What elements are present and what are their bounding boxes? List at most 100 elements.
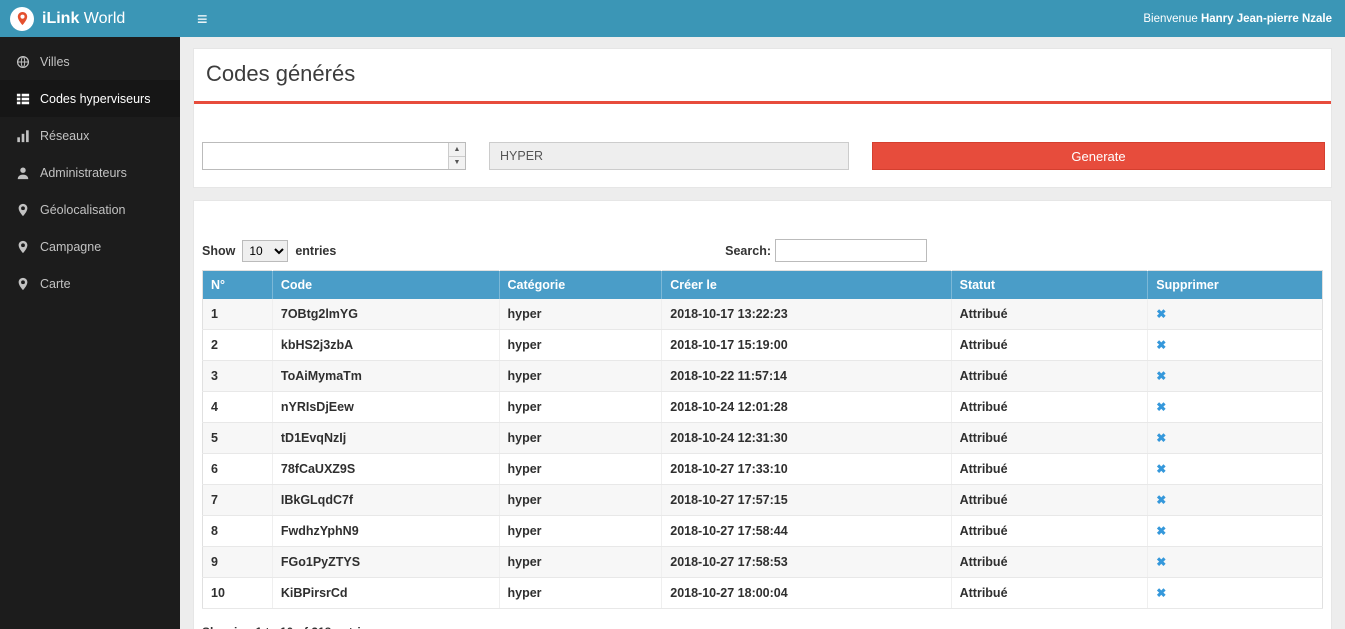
sidebar-nav: Villes Codes hyperviseurs Réseaux Administr… <box>0 37 180 302</box>
quantity-stepper[interactable]: ▲ ▼ <box>202 142 466 170</box>
delete-icon[interactable]: ✖ <box>1156 431 1166 445</box>
column-header-code[interactable]: Code <box>272 271 499 300</box>
delete-icon[interactable]: ✖ <box>1156 555 1166 569</box>
column-header-categorie[interactable]: Catégorie <box>499 271 662 300</box>
row-number: 4 <box>203 392 273 423</box>
status-cell: Attribué <box>951 516 1148 547</box>
category-cell: hyper <box>499 516 662 547</box>
delete-cell: ✖ <box>1148 330 1323 361</box>
row-number: 2 <box>203 330 273 361</box>
brand-title-light: World <box>84 10 126 27</box>
delete-icon[interactable]: ✖ <box>1156 338 1166 352</box>
status-cell: Attribué <box>951 578 1148 609</box>
created-date-cell: 2018-10-22 11:57:14 <box>662 361 951 392</box>
category-cell: hyper <box>499 547 662 578</box>
sidebar-item-label: Carte <box>40 277 71 291</box>
row-number: 1 <box>203 299 273 330</box>
category-cell: hyper <box>499 423 662 454</box>
row-number: 9 <box>203 547 273 578</box>
delete-icon[interactable]: ✖ <box>1156 493 1166 507</box>
delete-cell: ✖ <box>1148 547 1323 578</box>
codes-table: N°CodeCatégorieCréer leStatutSupprimer 1… <box>202 270 1323 609</box>
column-header-creer-le[interactable]: Créer le <box>662 271 951 300</box>
search-label: Search: <box>725 244 771 258</box>
table-row: 10KiBPirsrCdhyper2018-10-27 18:00:04Attr… <box>203 578 1323 609</box>
category-cell: hyper <box>499 485 662 516</box>
table-footer: Showing 1 to 10 of 218 entries Previous1… <box>202 625 1323 629</box>
sidebar-item-campagne[interactable]: Campagne <box>0 228 180 265</box>
panel-header: Codes générés <box>194 49 1331 104</box>
stepper-down-icon[interactable]: ▼ <box>449 157 465 170</box>
code-cell: tD1EvqNzIj <box>272 423 499 454</box>
showing-entries-text: Showing 1 to 10 of 218 entries <box>202 625 1323 629</box>
code-cell: nYRIsDjEew <box>272 392 499 423</box>
list-icon <box>15 91 30 106</box>
sidebar-menu: Villes Codes hyperviseurs Réseaux Administr… <box>0 37 180 302</box>
quantity-input[interactable] <box>203 143 448 169</box>
sidebar-item-label: Administrateurs <box>40 166 127 180</box>
delete-icon[interactable]: ✖ <box>1156 524 1166 538</box>
stepper-up-icon[interactable]: ▲ <box>449 143 465 157</box>
sidebar-item-geolocalisation[interactable]: Géolocalisation <box>0 191 180 228</box>
topbar: ≡ Bienvenue Hanry Jean-pierre Nzale <box>180 0 1345 37</box>
code-cell: FGo1PyZTYS <box>272 547 499 578</box>
row-number: 5 <box>203 423 273 454</box>
table-row: 678fCaUXZ9Shyper2018-10-27 17:33:10Attri… <box>203 454 1323 485</box>
code-cell: FwdhzYphN9 <box>272 516 499 547</box>
delete-icon[interactable]: ✖ <box>1156 400 1166 414</box>
table-row: 17OBtg2lmYGhyper2018-10-17 13:22:23Attri… <box>203 299 1323 330</box>
search-input[interactable] <box>775 239 927 262</box>
status-cell: Attribué <box>951 454 1148 485</box>
sidebar-item-label: Villes <box>40 55 70 69</box>
delete-cell: ✖ <box>1148 299 1323 330</box>
column-header-statut[interactable]: Statut <box>951 271 1148 300</box>
generate-button[interactable]: Generate <box>872 142 1325 170</box>
column-header-supprimer[interactable]: Supprimer <box>1148 271 1323 300</box>
row-number: 3 <box>203 361 273 392</box>
brand: iLink World <box>0 0 180 37</box>
sidebar-item-label: Codes hyperviseurs <box>40 92 150 106</box>
sidebar-item-administrateurs[interactable]: Administrateurs <box>0 154 180 191</box>
status-cell: Attribué <box>951 423 1148 454</box>
page-size-select[interactable]: 10 <box>242 240 288 262</box>
delete-icon[interactable]: ✖ <box>1156 369 1166 383</box>
column-header-n-[interactable]: N° <box>203 271 273 300</box>
created-date-cell: 2018-10-27 17:58:44 <box>662 516 951 547</box>
table-header-row: N°CodeCatégorieCréer leStatutSupprimer <box>203 271 1323 300</box>
sidebar-item-codes-hyperviseurs[interactable]: Codes hyperviseurs <box>0 80 180 117</box>
category-cell: hyper <box>499 330 662 361</box>
delete-cell: ✖ <box>1148 485 1323 516</box>
status-cell: Attribué <box>951 392 1148 423</box>
row-number: 7 <box>203 485 273 516</box>
table-row: 3ToAiMymaTmhyper2018-10-22 11:57:14Attri… <box>203 361 1323 392</box>
row-number: 8 <box>203 516 273 547</box>
delete-icon[interactable]: ✖ <box>1156 307 1166 321</box>
category-cell: hyper <box>499 454 662 485</box>
sidebar-item-villes[interactable]: Villes <box>0 43 180 80</box>
sidebar-item-carte[interactable]: Carte <box>0 265 180 302</box>
status-cell: Attribué <box>951 485 1148 516</box>
brand-title: iLink World <box>42 10 125 28</box>
delete-cell: ✖ <box>1148 516 1323 547</box>
delete-icon[interactable]: ✖ <box>1156 586 1166 600</box>
stepper-arrows: ▲ ▼ <box>448 143 465 169</box>
hamburger-menu-icon[interactable]: ≡ <box>193 8 212 30</box>
page-content: Codes générés ▲ ▼ Generate <box>180 37 1345 629</box>
table-row: 8FwdhzYphN9hyper2018-10-27 17:58:44Attri… <box>203 516 1323 547</box>
category-cell: hyper <box>499 578 662 609</box>
table-row: 2kbHS2j3zbAhyper2018-10-17 15:19:00Attri… <box>203 330 1323 361</box>
delete-icon[interactable]: ✖ <box>1156 462 1166 476</box>
app-window: iLink World Villes Codes hyperviseurs Rése… <box>0 0 1345 629</box>
map-marker-icon <box>15 276 30 291</box>
sidebar-item-label: Géolocalisation <box>40 203 125 217</box>
codes-table-panel: Show 10 entries Search: N°CodeCatégorieC… <box>193 200 1332 629</box>
sidebar-item-reseaux[interactable]: Réseaux <box>0 117 180 154</box>
created-date-cell: 2018-10-27 17:33:10 <box>662 454 951 485</box>
status-cell: Attribué <box>951 361 1148 392</box>
sidebar: iLink World Villes Codes hyperviseurs Rése… <box>0 0 180 629</box>
created-date-cell: 2018-10-27 18:00:04 <box>662 578 951 609</box>
created-date-cell: 2018-10-27 17:58:53 <box>662 547 951 578</box>
code-cell: ToAiMymaTm <box>272 361 499 392</box>
code-cell: 78fCaUXZ9S <box>272 454 499 485</box>
created-date-cell: 2018-10-17 13:22:23 <box>662 299 951 330</box>
